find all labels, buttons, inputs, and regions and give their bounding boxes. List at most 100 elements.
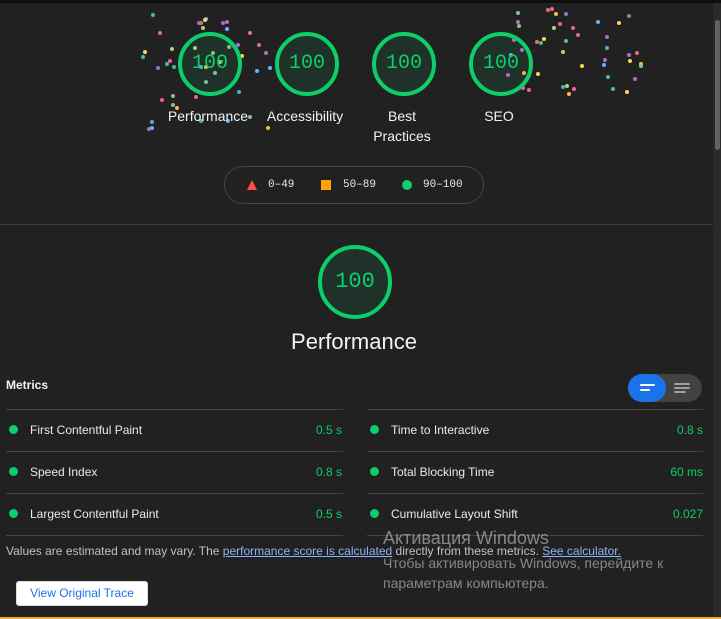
confetti-dot <box>197 21 201 25</box>
confetti-dot <box>257 43 261 47</box>
pass-circle-icon <box>370 425 379 434</box>
windows-activation-body: Чтобы активировать Windows, перейдите к … <box>383 555 664 591</box>
confetti-dot <box>225 27 229 31</box>
metric-speed-index: Speed Index 0.8 s <box>6 462 342 482</box>
metric-name: Time to Interactive <box>391 423 490 437</box>
confetti-dot <box>268 66 272 70</box>
section-divider <box>0 224 713 225</box>
scrollbar-thumb[interactable] <box>715 20 720 150</box>
confetti-dot <box>168 59 172 63</box>
confetti-dot <box>539 41 543 45</box>
confetti-dot <box>143 50 147 54</box>
metrics-rule <box>6 535 343 536</box>
score-legend: 0–49 50–89 90–100 <box>224 166 484 204</box>
confetti-dot <box>516 11 520 15</box>
metrics-rule <box>367 409 703 410</box>
confetti-dot <box>150 126 154 130</box>
metric-value: 0.5 s <box>315 507 342 521</box>
pass-circle-icon <box>9 509 18 518</box>
confetti-dot <box>542 37 546 41</box>
confetti-dot <box>221 21 225 25</box>
gauge-seo-label: SEO <box>484 108 514 124</box>
confetti-dot <box>606 75 610 79</box>
confetti-dot <box>628 59 632 63</box>
metrics-title: Metrics <box>6 378 49 392</box>
confetti-dot <box>535 40 539 44</box>
compact-view-button[interactable] <box>628 374 666 402</box>
metric-name: Largest Contentful Paint <box>30 507 159 521</box>
confetti-dot <box>201 26 205 30</box>
gauge-best-practices-score: 100 <box>372 32 436 96</box>
metric-name: Speed Index <box>30 465 98 479</box>
performance-title: Performance <box>291 329 417 354</box>
confetti-dot <box>602 63 606 67</box>
metric-cumulative-layout-shift: Cumulative Layout Shift 0.027 <box>367 504 703 524</box>
windows-activation-title: Активация Windows <box>383 528 549 548</box>
metric-value: 0.027 <box>672 507 703 521</box>
view-original-trace-button[interactable]: View Original Trace <box>16 581 148 606</box>
confetti-dot <box>565 84 569 88</box>
confetti-dot <box>633 77 637 81</box>
confetti-dot <box>550 7 554 11</box>
confetti-dot <box>603 58 607 62</box>
gauge-performance[interactable]: 100 Performance <box>168 32 248 124</box>
gauge-best-practices[interactable]: 100 Best Practices <box>372 32 436 144</box>
confetti-dot <box>580 64 584 68</box>
score-calculated-link[interactable]: performance score is calculated <box>223 544 392 558</box>
average-square-icon <box>321 180 331 190</box>
metrics-rule <box>367 493 703 494</box>
metric-name: First Contentful Paint <box>30 423 143 437</box>
pass-circle-icon <box>9 425 18 434</box>
confetti-dot <box>255 69 259 73</box>
legend-average-label: 50–89 <box>343 179 377 191</box>
pass-circle-icon <box>402 180 412 190</box>
gauge-seo-score: 100 <box>469 32 533 96</box>
confetti-dot <box>171 94 175 98</box>
pass-circle-icon <box>370 509 379 518</box>
metric-value: 0.8 s <box>676 423 703 437</box>
metric-name: Cumulative Layout Shift <box>391 507 518 521</box>
metrics-view-toggle[interactable] <box>628 374 702 402</box>
metric-largest-contentful-paint: Largest Contentful Paint 0.5 s <box>6 504 342 524</box>
confetti-dot <box>158 31 162 35</box>
metric-name: Total Blocking Time <box>391 465 495 479</box>
top-bar <box>0 0 721 3</box>
pass-circle-icon <box>9 467 18 476</box>
confetti-dot <box>203 18 207 22</box>
confetti-dot <box>596 20 600 24</box>
legend-pass-label: 90–100 <box>423 179 463 191</box>
note-prefix: Values are estimated and may vary. The <box>6 544 223 558</box>
confetti-dot <box>564 12 568 16</box>
confetti-dot <box>264 51 268 55</box>
confetti-dot <box>151 13 155 17</box>
metric-time-to-interactive: Time to Interactive 0.8 s <box>367 420 703 440</box>
gauge-seo[interactable]: 100 SEO <box>469 32 533 124</box>
confetti-dot <box>571 26 575 30</box>
confetti-dot <box>635 51 639 55</box>
confetti-dot <box>536 72 540 76</box>
confetti-dot <box>567 92 571 96</box>
confetti-dot <box>564 39 568 43</box>
confetti-dot <box>627 53 631 57</box>
confetti-dot <box>561 50 565 54</box>
gauge-performance-score: 100 <box>178 32 242 96</box>
metrics-rule <box>6 493 343 494</box>
gauge-best-practices-label: Best Practices <box>373 108 431 144</box>
confetti-dot <box>605 46 609 50</box>
metrics-rule <box>6 409 343 410</box>
confetti-dot <box>172 65 176 69</box>
confetti-dot <box>156 66 160 70</box>
fail-triangle-icon <box>247 180 257 190</box>
confetti-dot <box>554 12 558 16</box>
confetti-dot <box>561 85 565 89</box>
metrics-rule <box>367 451 703 452</box>
legend-fail-label: 0–49 <box>268 179 295 191</box>
confetti-dot <box>552 26 556 30</box>
metric-first-contentful-paint: First Contentful Paint 0.5 s <box>6 420 342 440</box>
confetti-dot <box>266 126 270 130</box>
confetti-dot <box>170 47 174 51</box>
gauge-accessibility[interactable]: 100 Accessibility <box>267 32 343 124</box>
confetti-dot <box>576 33 580 37</box>
metric-value: 0.5 s <box>315 423 342 437</box>
performance-score-gauge: 100 <box>318 245 392 319</box>
